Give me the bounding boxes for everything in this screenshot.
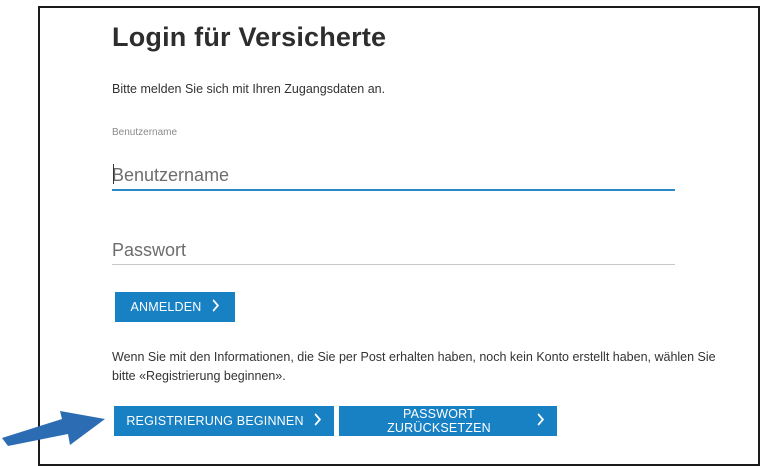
username-label: Benutzername <box>112 127 178 138</box>
chevron-right-icon <box>314 413 321 429</box>
register-button-label: REGISTRIERUNG BEGINNEN <box>126 414 304 428</box>
password-input[interactable] <box>112 236 675 265</box>
info-text: Wenn Sie mit den Informationen, die Sie … <box>112 350 716 383</box>
arrow-right-icon <box>2 411 105 446</box>
login-button[interactable]: ANMELDEN <box>115 292 235 322</box>
text-caret <box>113 164 114 184</box>
register-button[interactable]: REGISTRIERUNG BEGINNEN <box>114 406 334 436</box>
reset-password-button-label: PASSWORT ZURÜCKSETZEN <box>387 407 491 435</box>
page-title: Login für Versicherte <box>112 22 387 52</box>
intro-text: Bitte melden Sie sich mit Ihren Zugangsd… <box>112 82 386 96</box>
login-button-label: ANMELDEN <box>130 300 202 314</box>
reset-password-button[interactable]: PASSWORT ZURÜCKSETZEN <box>339 406 557 436</box>
chevron-right-icon <box>211 299 219 315</box>
chevron-right-icon <box>537 413 545 429</box>
username-input[interactable] <box>112 161 675 191</box>
